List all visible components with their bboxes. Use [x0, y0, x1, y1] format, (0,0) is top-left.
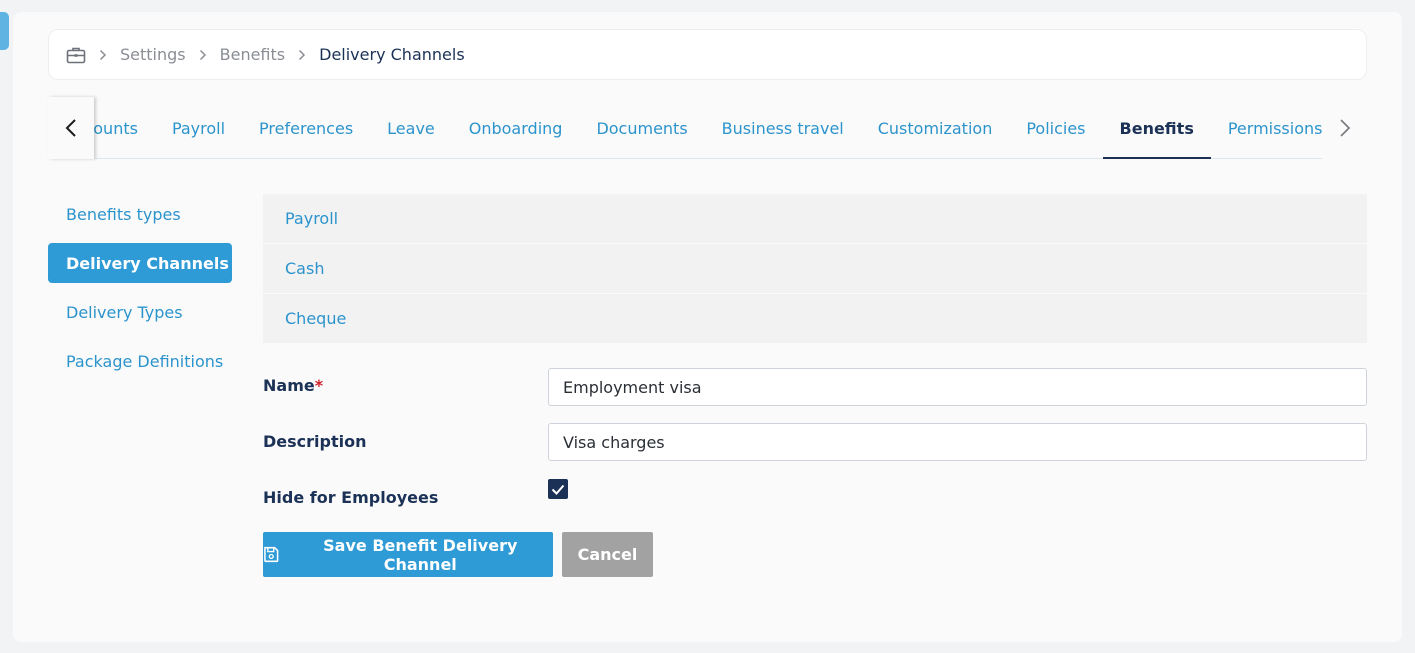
- chevron-right-icon: [186, 49, 220, 61]
- cancel-button-label: Cancel: [577, 545, 638, 564]
- sidebar-item-delivery-channels[interactable]: Delivery Channels: [48, 243, 232, 283]
- tab-accounts[interactable]: Accounts: [94, 97, 155, 159]
- tab-onboarding[interactable]: Onboarding: [452, 97, 580, 159]
- briefcase-icon[interactable]: [66, 45, 86, 65]
- save-button[interactable]: Save Benefit Delivery Channel: [263, 532, 553, 577]
- checkmark-icon: [551, 484, 565, 495]
- tab-leave[interactable]: Leave: [370, 97, 452, 159]
- hide-for-employees-label: Hide for Employees: [263, 488, 439, 507]
- chevron-right-icon: [285, 49, 319, 61]
- description-field[interactable]: [548, 423, 1367, 461]
- tab-preferences[interactable]: Preferences: [242, 97, 370, 159]
- tab-strip: Accounts Payroll Preferences Leave Onboa…: [94, 97, 1322, 159]
- tab-benefits[interactable]: Benefits: [1102, 97, 1212, 159]
- chevron-right-icon: [86, 49, 120, 61]
- tab-viewport: Accounts Payroll Preferences Leave Onboa…: [94, 97, 1322, 159]
- tab-policies[interactable]: Policies: [1009, 97, 1102, 159]
- list-item[interactable]: Cheque: [263, 294, 1367, 343]
- tab-customization[interactable]: Customization: [861, 97, 1010, 159]
- list-item[interactable]: Cash: [263, 244, 1367, 293]
- sidebar-item-package-definitions[interactable]: Package Definitions: [48, 341, 232, 381]
- benefits-sidenav: Benefits types Delivery Channels Deliver…: [48, 194, 232, 390]
- name-label: Name*: [263, 376, 323, 395]
- tab-permissions[interactable]: Permissions: [1211, 97, 1322, 159]
- save-button-label: Save Benefit Delivery Channel: [323, 535, 518, 574]
- name-field[interactable]: [548, 368, 1367, 406]
- tab-business-travel[interactable]: Business travel: [705, 97, 861, 159]
- tab-documents[interactable]: Documents: [579, 97, 704, 159]
- settings-tabs: Accounts Payroll Preferences Leave Onboa…: [48, 97, 1367, 159]
- list-item[interactable]: Payroll: [263, 194, 1367, 243]
- required-mark: *: [314, 376, 324, 395]
- save-icon: [264, 546, 279, 563]
- side-panel-handle[interactable]: [0, 12, 9, 50]
- delivery-channel-list: Payroll Cash Cheque: [263, 194, 1367, 344]
- breadcrumb-current: Delivery Channels: [319, 45, 465, 64]
- sidebar-item-delivery-types[interactable]: Delivery Types: [48, 292, 232, 332]
- name-label-text: Name: [263, 376, 315, 395]
- hide-for-employees-checkbox[interactable]: [548, 479, 568, 499]
- settings-card: Settings Benefits Delivery Channels Acco…: [13, 12, 1402, 642]
- breadcrumb-benefits[interactable]: Benefits: [220, 45, 286, 64]
- chevron-right-icon[interactable]: [1322, 97, 1367, 159]
- cancel-button[interactable]: Cancel: [562, 532, 653, 577]
- breadcrumb-settings[interactable]: Settings: [120, 45, 186, 64]
- chevron-left-icon[interactable]: [48, 97, 94, 159]
- breadcrumb: Settings Benefits Delivery Channels: [48, 29, 1367, 80]
- description-label: Description: [263, 432, 367, 451]
- tab-payroll[interactable]: Payroll: [155, 97, 242, 159]
- sidebar-item-benefits-types[interactable]: Benefits types: [48, 194, 232, 234]
